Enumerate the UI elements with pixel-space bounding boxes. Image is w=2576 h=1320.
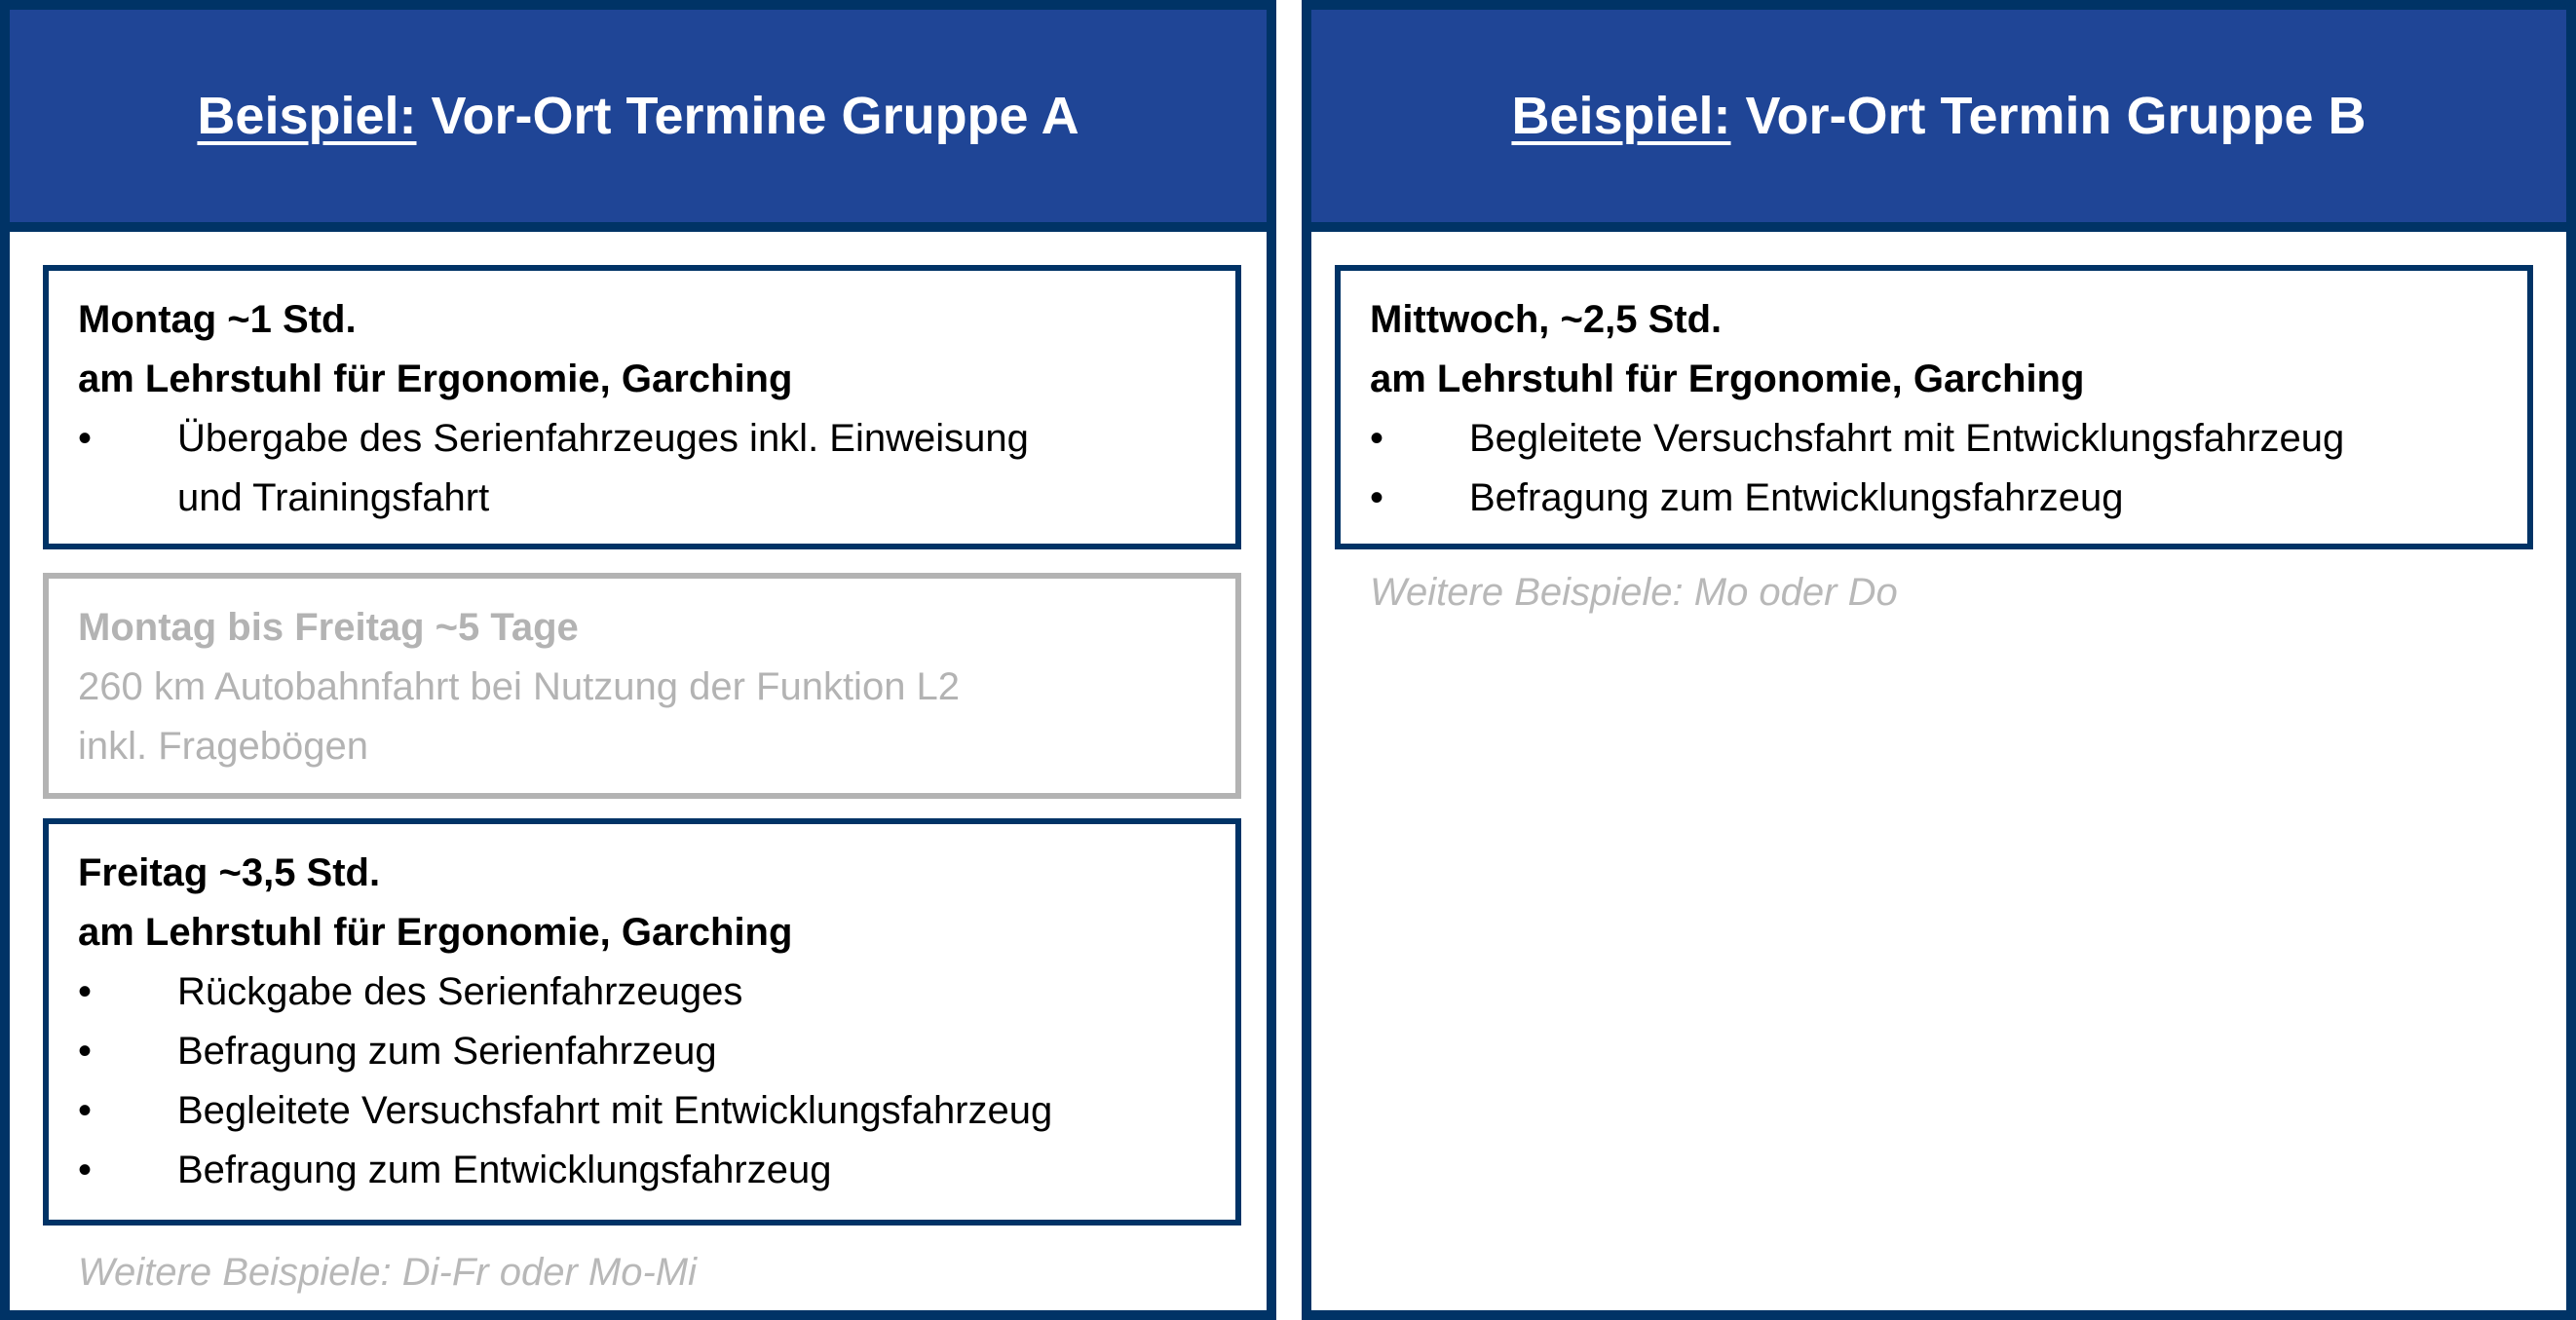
group-a-title: Vor-Ort Termine Gruppe A <box>416 87 1080 145</box>
bullet-icon: • <box>78 1149 93 1191</box>
bullet-icon: • <box>78 1030 93 1073</box>
list-item: • Befragung zum Entwicklungsfahrzeug <box>1370 469 2527 528</box>
list-item: • Übergabe des Serienfahrzeuges inkl. Ein… <box>78 409 1235 469</box>
group-b-header: Beispiel: Vor-Ort Termin Gruppe B <box>1311 10 2566 232</box>
box-heading: Montag bis Freitag ~5 Tage <box>78 606 579 649</box>
list-item: • Rückgabe des Serienfahrzeuges <box>78 962 1235 1022</box>
group-a-header: Beispiel: Vor-Ort Termine Gruppe A <box>10 10 1267 232</box>
group-a-week-box: Montag bis Freitag ~5 Tage 260 km Autoba… <box>43 573 1241 799</box>
box-heading: Freitag ~3,5 Std. <box>78 851 381 894</box>
group-b-title: Vor-Ort Termin Gruppe B <box>1730 87 2367 145</box>
box-location: am Lehrstuhl für Ergonomie, Garching <box>78 911 793 954</box>
bullet-icon: • <box>78 417 93 460</box>
group-a-note: Weitere Beispiele: Di-Fr oder Mo-Mi <box>78 1251 697 1294</box>
list-item: • Befragung zum Entwicklungsfahrzeug <box>78 1141 1235 1200</box>
group-a-monday-box: Montag ~1 Std. am Lehrstuhl für Ergonomi… <box>43 265 1241 549</box>
bullet-icon: • <box>78 970 93 1013</box>
bullet-icon: • <box>1370 476 1384 519</box>
box-heading: Montag ~1 Std. <box>78 298 357 341</box>
list-item: • Begleitete Versuchsfahrt mit Entwicklun… <box>1370 409 2527 469</box>
group-a-title-prefix: Beispiel: <box>197 87 417 145</box>
group-a-friday-box: Freitag ~3,5 Std. am Lehrstuhl für Ergon… <box>43 818 1241 1226</box>
group-b-wednesday-box: Mittwoch, ~2,5 Std. am Lehrstuhl für Erg… <box>1335 265 2533 549</box>
box-text: inkl. Fragebögen <box>78 725 368 768</box>
box-location: am Lehrstuhl für Ergonomie, Garching <box>78 358 793 400</box>
group-b-note: Weitere Beispiele: Mo oder Do <box>1370 571 1898 614</box>
list-item: • Begleitete Versuchsfahrt mit Entwicklun… <box>78 1081 1235 1141</box>
box-text: 260 km Autobahnfahrt bei Nutzung der Fun… <box>78 665 961 708</box>
group-b-panel: Beispiel: Vor-Ort Termin Gruppe B Mittwo… <box>1302 0 2576 1320</box>
bullet-icon: • <box>1370 417 1384 460</box>
group-a-panel: Beispiel: Vor-Ort Termine Gruppe A Monta… <box>0 0 1276 1320</box>
group-b-title-prefix: Beispiel: <box>1511 87 1731 145</box>
bullet-icon: • <box>78 1089 93 1132</box>
list-item-continuation: und Trainingsfahrt <box>177 476 490 519</box>
list-item: • Befragung zum Serienfahrzeug <box>78 1022 1235 1081</box>
box-location: am Lehrstuhl für Ergonomie, Garching <box>1370 358 2085 400</box>
box-heading: Mittwoch, ~2,5 Std. <box>1370 298 1723 341</box>
